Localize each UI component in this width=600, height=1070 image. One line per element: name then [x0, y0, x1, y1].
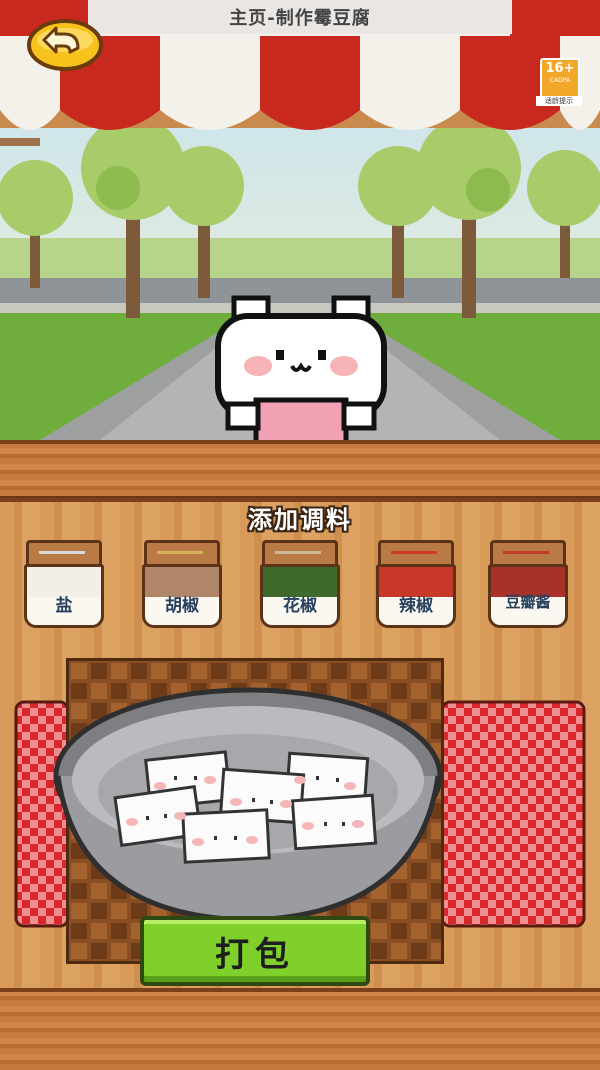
jar-label: 花椒	[283, 596, 317, 616]
seasoning-jar-chili[interactable]: 辣椒	[372, 540, 456, 628]
counter-top-board	[0, 440, 600, 502]
jar-label: 辣椒	[399, 596, 433, 616]
seasoning-jar-bean-paste[interactable]: 豆瓣酱	[484, 540, 568, 628]
back-arrow-icon	[27, 19, 103, 71]
age-rating-value: 16+	[545, 61, 575, 76]
jar-lid-stripe	[275, 551, 321, 554]
back-button[interactable]	[26, 18, 104, 72]
age-rating-badge: 16+ CADPA	[540, 58, 580, 98]
age-rating-org: CADPA	[549, 77, 571, 84]
seasoning-section-title: 添加调料	[248, 506, 352, 534]
counter-bottom-board	[0, 988, 600, 1070]
jar-label: 胡椒	[165, 596, 199, 616]
age-rating-caption: 适龄提示	[536, 96, 582, 106]
jar-body: 花椒	[260, 564, 340, 628]
checkered-cloth-right	[440, 700, 586, 928]
white-bear-mascot	[206, 294, 396, 447]
pack-button[interactable]: 打包	[140, 916, 370, 986]
seasoning-jar-salt[interactable]: 盐	[20, 540, 104, 628]
jar-body: 豆瓣酱	[488, 564, 568, 628]
jar-body: 盐	[24, 564, 104, 628]
page-title: 主页-制作霉豆腐	[88, 0, 512, 34]
seasoning-jar-pepper[interactable]: 胡椒	[138, 540, 222, 628]
jar-lid-stripe	[157, 551, 203, 554]
jar-label: 盐	[55, 596, 73, 616]
jar-lid-stripe	[503, 551, 549, 554]
jar-label: 豆瓣酱	[505, 593, 551, 611]
metal-bowl	[48, 676, 448, 926]
seasoning-jar-sichuan-pepper[interactable]: 花椒	[256, 540, 340, 628]
jar-lid-stripe	[39, 551, 85, 554]
jar-lid-stripe	[391, 551, 437, 554]
jar-body: 胡椒	[142, 564, 222, 628]
jar-body: 辣椒	[376, 564, 456, 628]
